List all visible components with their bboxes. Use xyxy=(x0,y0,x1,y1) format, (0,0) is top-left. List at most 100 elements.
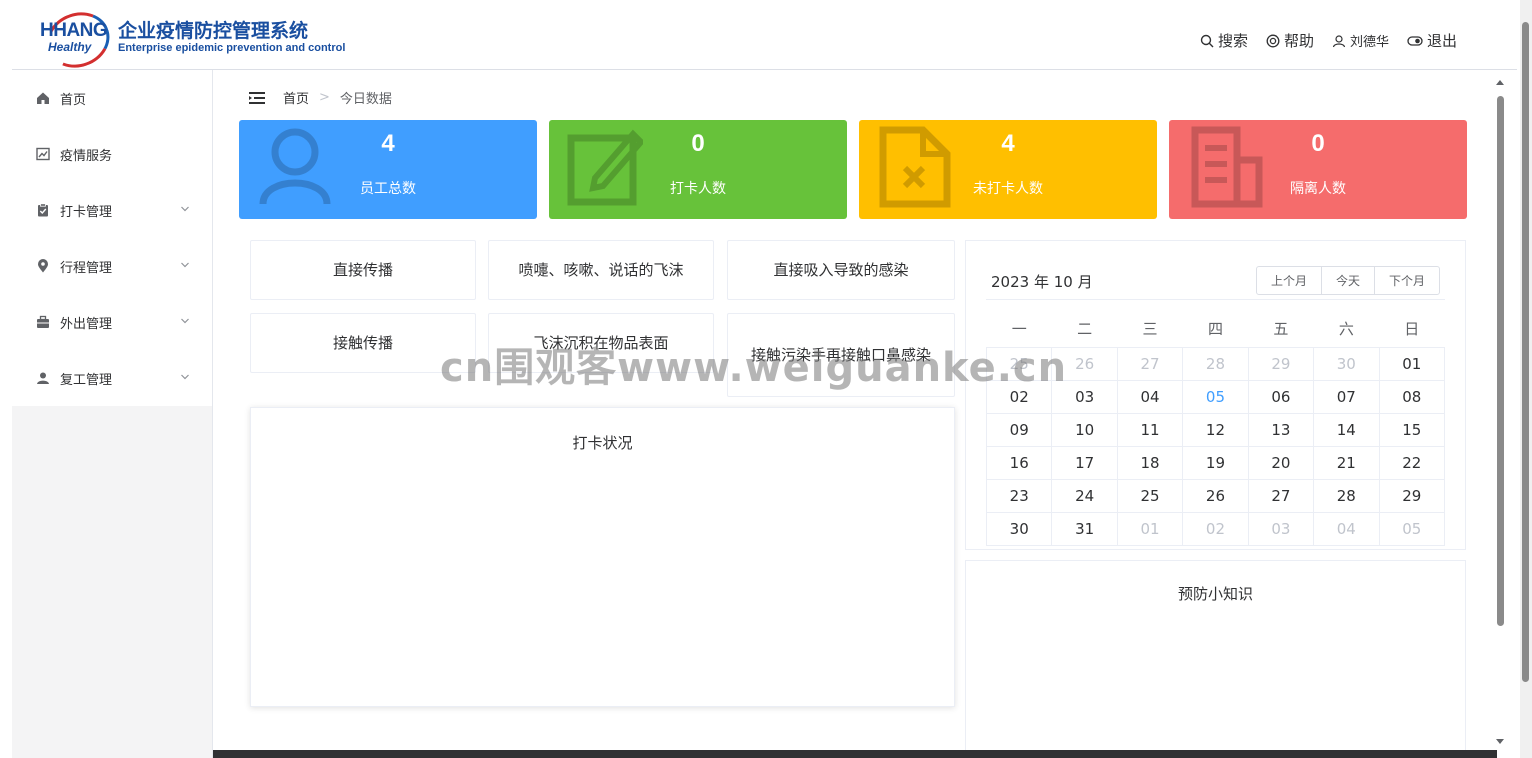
logout-button[interactable]: 退出 xyxy=(1407,30,1457,51)
calendar-grid: 一二三四五六日 25 26 27 28 29 30 01 02 03 04 05 06 07 08 09 10… xyxy=(985,309,1446,546)
window-scrollbar[interactable] xyxy=(1520,0,1532,758)
logo[interactable]: HHANG Healthy 企业疫情防控管理系统 Enterprise epid… xyxy=(38,3,345,77)
calendar-day[interactable]: 16 xyxy=(985,446,1053,480)
calendar-day[interactable]: 26 xyxy=(1051,347,1118,381)
calendar-day[interactable]: 17 xyxy=(1051,446,1118,480)
sidebar-item-return-to-work[interactable]: 复工管理 xyxy=(12,350,212,406)
calendar-day[interactable]: 26 xyxy=(1182,479,1249,513)
app-header: HHANG Healthy 企业疫情防控管理系统 Enterprise epid… xyxy=(12,0,1517,77)
calendar-day[interactable]: 29 xyxy=(1378,479,1446,513)
calendar-day[interactable]: 01 xyxy=(1378,347,1446,381)
calendar-day[interactable]: 14 xyxy=(1313,413,1380,447)
calendar-day[interactable]: 07 xyxy=(1313,380,1380,414)
route-card[interactable]: 飞沫沉积在物品表面 xyxy=(488,313,714,373)
calendar-day[interactable]: 05 xyxy=(1378,512,1446,546)
stat-card-quarantined[interactable]: 0 隔离人数 xyxy=(1169,120,1467,219)
breadcrumb-current: 今日数据 xyxy=(339,92,392,107)
sidebar-item-epidemic-service[interactable]: 疫情服务 xyxy=(12,126,212,182)
route-card[interactable]: 喷嚏、咳嗽、说话的飞沫 xyxy=(488,240,714,300)
calendar-day[interactable]: 30 xyxy=(1313,347,1380,381)
prev-month-button[interactable]: 上个月 xyxy=(1255,266,1322,295)
scroll-down-arrow[interactable] xyxy=(1496,739,1504,744)
route-card[interactable]: 接触传播 xyxy=(250,313,476,373)
chevron-down-icon xyxy=(181,318,189,324)
calendar-day[interactable]: 10 xyxy=(1051,413,1118,447)
calendar-day[interactable]: 25 xyxy=(985,347,1053,381)
calendar-day[interactable]: 23 xyxy=(985,479,1053,513)
calendar-day[interactable]: 28 xyxy=(1182,347,1249,381)
chart-icon xyxy=(36,147,50,161)
sidebar-item-home[interactable]: 首页 xyxy=(12,70,212,126)
calendar-day[interactable]: 02 xyxy=(1182,512,1249,546)
calendar-day[interactable]: 05 xyxy=(1182,380,1249,414)
sidebar-item-label: 打卡管理 xyxy=(60,204,113,220)
calendar-day[interactable]: 18 xyxy=(1116,446,1184,480)
calendar-day[interactable]: 09 xyxy=(985,413,1053,447)
calendar-day[interactable]: 27 xyxy=(1247,479,1315,513)
calendar-weekday: 三 xyxy=(1142,319,1158,338)
briefcase-icon xyxy=(36,315,50,329)
calendar-day[interactable]: 22 xyxy=(1378,446,1446,480)
sidebar-item-itinerary[interactable]: 行程管理 xyxy=(12,238,212,294)
calendar-day[interactable]: 21 xyxy=(1313,446,1380,480)
help-label: 帮助 xyxy=(1283,32,1314,50)
stat-card-not-checked-in[interactable]: 4 未打卡人数 xyxy=(859,120,1157,219)
stat-label: 隔离人数 xyxy=(1290,181,1346,197)
calendar-day[interactable]: 08 xyxy=(1378,380,1446,414)
user-menu[interactable]: 刘德华 xyxy=(1332,30,1389,51)
window-scroll-thumb[interactable] xyxy=(1522,22,1529,682)
sidebar-item-label: 复工管理 xyxy=(60,372,113,388)
stat-card-employees[interactable]: 4 员工总数 xyxy=(239,120,537,219)
search-icon xyxy=(1200,34,1214,47)
calendar-weekday: 二 xyxy=(1077,319,1093,338)
checkin-status-panel: 打卡状况 xyxy=(250,407,955,707)
next-month-button[interactable]: 下个月 xyxy=(1373,266,1440,295)
sidebar-item-checkin[interactable]: 打卡管理 xyxy=(12,182,212,238)
search-button[interactable]: 搜索 xyxy=(1200,30,1248,51)
breadcrumb-home[interactable]: 首页 xyxy=(283,88,309,107)
help-button[interactable]: 帮助 xyxy=(1266,30,1314,51)
calendar-day[interactable]: 06 xyxy=(1247,380,1315,414)
clipboard-icon xyxy=(36,203,50,217)
calendar-day[interactable]: 11 xyxy=(1116,413,1184,447)
calendar-day[interactable]: 20 xyxy=(1247,446,1315,480)
today-button[interactable]: 今天 xyxy=(1320,266,1375,295)
panel-title: 打卡状况 xyxy=(572,434,633,452)
sidebar-item-outing[interactable]: 外出管理 xyxy=(12,294,212,350)
calendar-day[interactable]: 25 xyxy=(1116,479,1184,513)
calendar-day[interactable]: 03 xyxy=(1247,512,1315,546)
calendar-day[interactable]: 12 xyxy=(1182,413,1249,447)
panel-title: 预防小知识 xyxy=(1177,585,1253,603)
calendar-day[interactable]: 03 xyxy=(1051,380,1118,414)
main-scrollbar[interactable] xyxy=(1495,78,1507,748)
calendar-day[interactable]: 04 xyxy=(1116,380,1184,414)
calendar-day[interactable]: 29 xyxy=(1247,347,1315,381)
stat-card-checked-in[interactable]: 0 打卡人数 xyxy=(549,120,847,219)
scroll-up-arrow[interactable] xyxy=(1496,80,1504,85)
calendar-day[interactable]: 13 xyxy=(1247,413,1315,447)
stat-label: 未打卡人数 xyxy=(973,181,1043,197)
calendar-day[interactable]: 24 xyxy=(1051,479,1118,513)
calendar-day[interactable]: 30 xyxy=(985,512,1053,546)
calendar-day[interactable]: 15 xyxy=(1378,413,1446,447)
route-card[interactable]: 接触污染手再接触口鼻感染 xyxy=(727,313,955,397)
user-icon xyxy=(36,371,50,385)
stat-label: 打卡人数 xyxy=(670,181,726,197)
scroll-thumb[interactable] xyxy=(1497,96,1504,626)
menu-toggle-icon[interactable] xyxy=(249,91,265,105)
calendar-day[interactable]: 31 xyxy=(1051,512,1118,546)
calendar-day[interactable]: 04 xyxy=(1313,512,1380,546)
calendar-day[interactable]: 01 xyxy=(1116,512,1184,546)
calendar-day[interactable]: 02 xyxy=(985,380,1053,414)
calendar-weekday: 一 xyxy=(1011,319,1027,338)
route-card[interactable]: 直接吸入导致的感染 xyxy=(727,240,955,300)
logo-mark-subtext: Healthy xyxy=(48,40,92,54)
help-icon xyxy=(1266,34,1280,47)
calendar-weekday: 五 xyxy=(1273,319,1289,338)
user-name: 刘德华 xyxy=(1349,35,1389,50)
calendar-day[interactable]: 19 xyxy=(1182,446,1249,480)
route-card[interactable]: 直接传播 xyxy=(250,240,476,300)
calendar-day[interactable]: 27 xyxy=(1116,347,1184,381)
sidebar-item-label: 行程管理 xyxy=(60,260,113,276)
calendar-day[interactable]: 28 xyxy=(1313,479,1380,513)
